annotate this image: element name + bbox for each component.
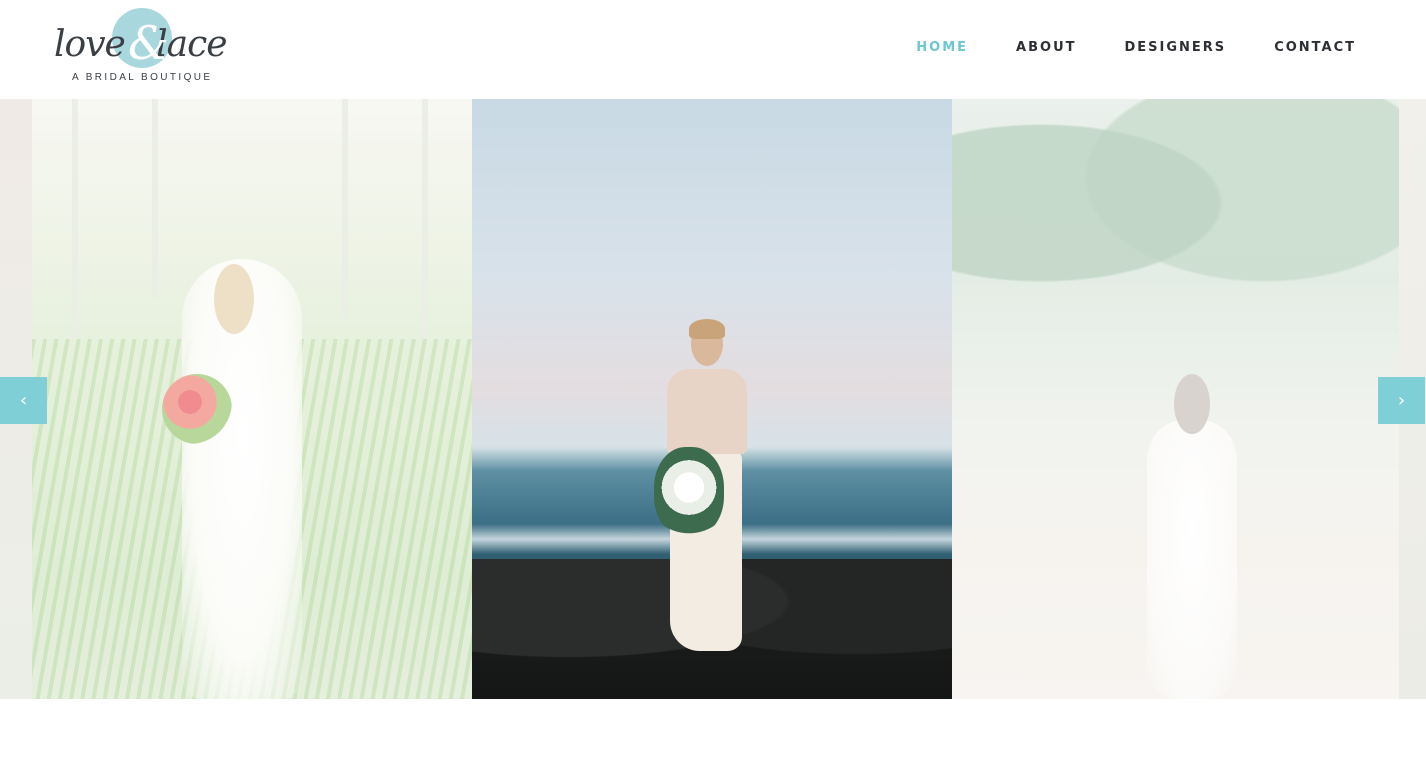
nav-home[interactable]: HOME [916,40,968,55]
bride-hair [214,264,254,334]
brand-logo[interactable]: love lace & A BRIDAL BOUTIQUE [50,6,250,90]
logo-tagline: A BRIDAL BOUTIQUE [72,72,213,83]
slider-prev-button[interactable]: ‹ [0,377,47,424]
bouquet [162,374,232,444]
chevron-left-icon: ‹ [19,390,28,411]
site-header: love lace & A BRIDAL BOUTIQUE HOME ABOUT… [0,0,1426,99]
nav-contact[interactable]: CONTACT [1274,40,1356,55]
palm-trunk [422,99,428,359]
bride-hair [1174,374,1210,434]
jungle-bride-photo [32,99,472,699]
main-nav: HOME ABOUT DESIGNERS CONTACT [916,40,1356,55]
chevron-right-icon: › [1397,390,1406,411]
bride-top [667,369,747,454]
palm-trunk [72,99,78,339]
sandy-beach-bride-photo [952,99,1399,699]
palm-trunk [152,99,158,299]
trees [952,99,1399,359]
bride-dress [1147,419,1237,699]
slider-next-button[interactable]: › [1378,377,1425,424]
bride-hair [689,319,725,339]
palm-trunk [342,99,348,319]
hero-slider: ‹ › [0,99,1426,699]
nav-designers[interactable]: DESIGNERS [1125,40,1227,55]
nav-about[interactable]: ABOUT [1016,40,1076,55]
bouquet [654,447,724,537]
logo-ampersand: & [128,16,169,70]
beach-rocks-bride-photo [472,99,952,699]
